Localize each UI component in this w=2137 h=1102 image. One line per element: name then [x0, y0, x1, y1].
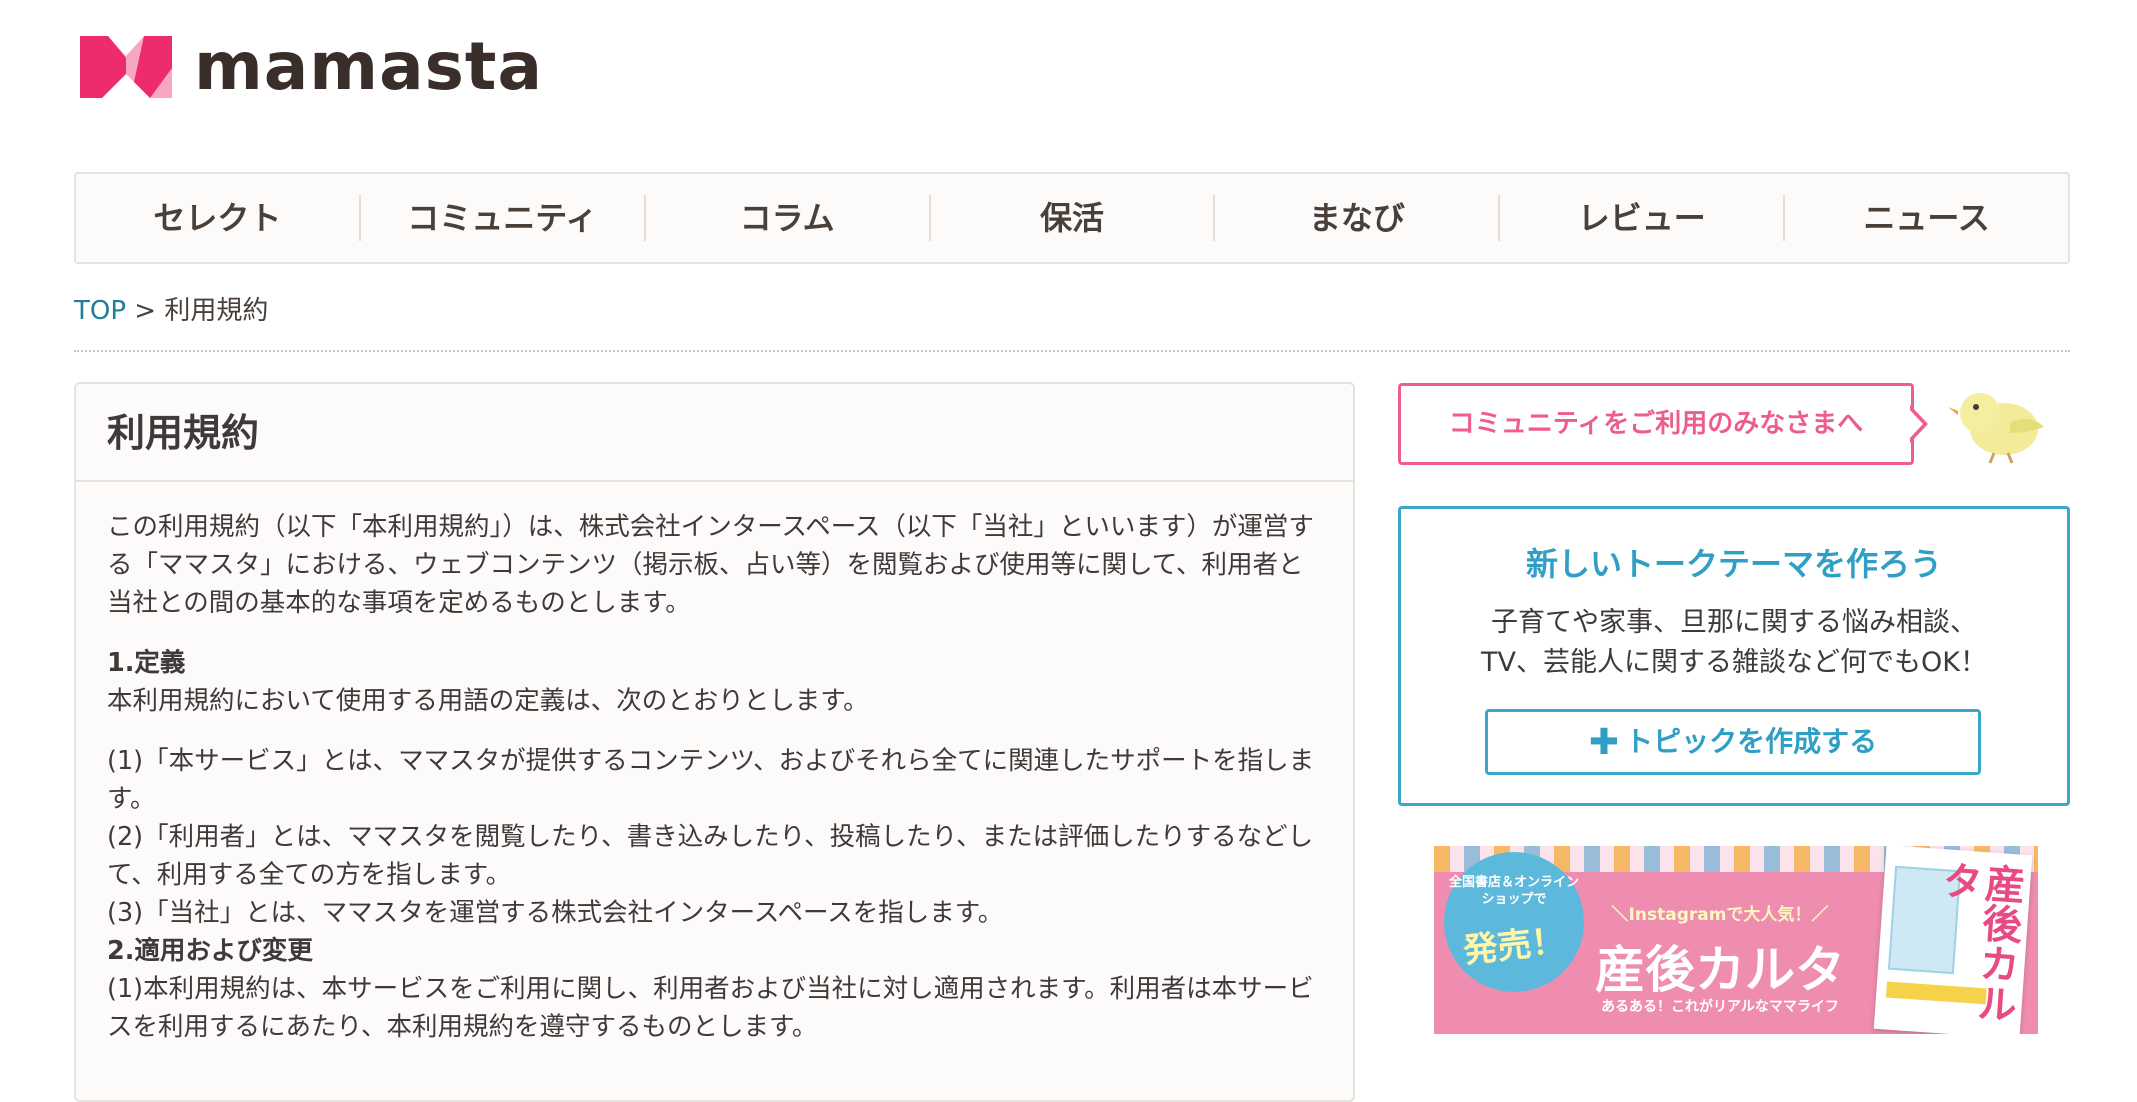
nav-item-select[interactable]: セレクト — [76, 195, 361, 241]
logo-text: mamasta — [194, 28, 543, 105]
sango-karuta-banner[interactable]: 全国書店＆オンラインショップで 発売！ ＼Instagramで大人気！／ 産後カ… — [1434, 846, 2038, 1034]
new-topic-box: 新しいトークテーマを作ろう 子育てや家事、旦那に関する悩み相談、 TV、芸能人に… — [1398, 506, 2070, 806]
book-cover-image: 産後カルタ — [1873, 846, 2033, 1034]
banner-tagline: あるある！これがリアルなママライフ — [1601, 999, 1839, 1015]
section-title-definitions: 1.定義 — [107, 648, 186, 678]
new-topic-title: 新しいトークテーマを作ろう — [1525, 545, 1942, 583]
breadcrumb-separator: > — [134, 296, 157, 326]
global-nav: セレクト コミュニティ コラム 保活 まなび レビュー ニュース — [74, 172, 2070, 264]
nav-item-hokatsu[interactable]: 保活 — [931, 195, 1216, 241]
book-title: 産後カルタ — [1934, 858, 2026, 1025]
badge-headline: 発売！ — [1461, 920, 1568, 972]
release-badge: 全国書店＆オンラインショップで 発売！ — [1444, 852, 1584, 992]
plus-icon: ✚ — [1588, 722, 1620, 763]
community-notice-button[interactable]: コミュニティをご利用のみなさまへ — [1398, 383, 1914, 465]
banner-title: 産後カルタ — [1595, 941, 1845, 999]
community-notice: コミュニティをご利用のみなさまへ — [1398, 383, 2048, 473]
breadcrumb-home-link[interactable]: TOP — [74, 296, 126, 326]
section-title-application: 2.適用および変更 — [107, 936, 313, 966]
nav-item-news[interactable]: ニュース — [1785, 195, 2068, 241]
nav-item-community[interactable]: コミュニティ — [361, 195, 646, 241]
nav-item-review[interactable]: レビュー — [1500, 195, 1786, 241]
breadcrumb-current: 利用規約 — [164, 296, 269, 326]
definition-item-service: (1)「本サービス」とは、ママスタが提供するコンテンツ、およびそれら全てに関連し… — [107, 746, 1315, 814]
chick-icon — [1948, 393, 2044, 464]
article-header: 利用規約 — [76, 384, 1353, 482]
definition-item-user: (2)「利用者」とは、ママスタを閲覧したり、書き込みしたり、投稿したり、または評… — [107, 822, 1314, 890]
description-line-1: 子育てや家事、旦那に関する悩み相談、 — [1491, 607, 1977, 638]
definition-item-company: (3)「当社」とは、ママスタを運営する株式会社インタースペースを指します。 — [107, 898, 1004, 928]
breadcrumb: TOP > 利用規約 — [74, 290, 268, 327]
mamasta-logo-icon — [80, 36, 172, 98]
site-logo[interactable]: mamasta — [74, 28, 543, 106]
nav-item-column[interactable]: コラム — [646, 195, 931, 241]
create-topic-button[interactable]: ✚ トピックを作成する — [1485, 709, 1981, 775]
create-topic-label: トピックを作成する — [1625, 725, 1878, 758]
intro-paragraph: この利用規約（以下「本利用規約」）は、株式会社インタースペース（以下「当社」とい… — [107, 512, 1314, 618]
dotted-divider — [74, 350, 2070, 352]
nav-item-manabi[interactable]: まなび — [1215, 195, 1501, 241]
new-topic-description: 子育てや家事、旦那に関する悩み相談、 TV、芸能人に関する雑談など何でもOK！ — [1401, 603, 2067, 683]
section-text-definitions: 本利用規約において使用する用語の定義は、次のとおりとします。 — [107, 686, 869, 716]
banner-subtitle: ＼Instagramで大人気！／ — [1611, 905, 1829, 925]
application-item-1: (1)本利用規約は、本サービスをご利用に関し、利用者および当社に対し適用されます… — [107, 974, 1314, 1042]
terms-article: 利用規約 この利用規約（以下「本利用規約」）は、株式会社インタースペース（以下「… — [74, 382, 1355, 1102]
article-body: この利用規約（以下「本利用規約」）は、株式会社インタースペース（以下「当社」とい… — [76, 482, 1353, 1046]
page-title: 利用規約 — [107, 411, 260, 455]
badge-caption: 全国書店＆オンラインショップで — [1448, 875, 1579, 907]
description-line-2: TV、芸能人に関する雑談など何でもOK！ — [1481, 647, 1987, 678]
